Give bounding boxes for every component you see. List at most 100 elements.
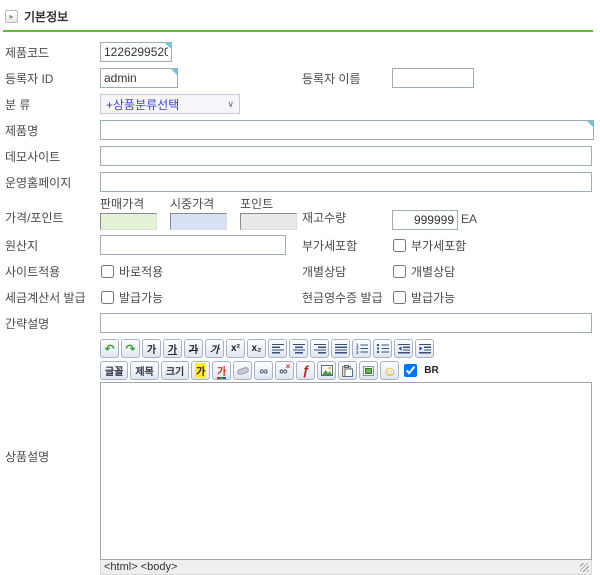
font-size-label: 크기 xyxy=(166,363,184,378)
cash-receipt-label: 현금영수증 발급 xyxy=(302,289,392,306)
bold-button[interactable]: 가 xyxy=(142,339,161,358)
registrant-name-label: 등록자 이름 xyxy=(302,70,392,87)
image-box-icon xyxy=(363,366,374,376)
editor-status-bar: <html> <body> xyxy=(100,560,592,575)
vat-checkbox-label: 부가세포함 xyxy=(411,237,466,254)
justify-button[interactable] xyxy=(331,339,350,358)
demo-site-input[interactable] xyxy=(100,146,592,166)
undo-button[interactable]: ↶ xyxy=(100,339,119,358)
page-title: 기본정보 xyxy=(24,8,68,25)
cash-receipt-checkbox-label: 발급가능 xyxy=(411,289,455,306)
section-toggle-icon[interactable]: ▸ xyxy=(5,10,18,23)
basic-info-panel: ▸ 기본정보 제품코드 등록자 ID 등록자 이름 분 류 +상품분류선택 ∨ … xyxy=(0,0,600,575)
br-mode-wrap: BR xyxy=(403,364,438,377)
ordered-list-button[interactable]: 123 xyxy=(352,339,371,358)
flash-insert-button[interactable]: ƒ xyxy=(296,361,315,380)
consult-checkbox[interactable] xyxy=(393,265,406,278)
justify-icon xyxy=(335,343,347,354)
italic-button[interactable]: 가 xyxy=(205,339,224,358)
subscript-icon: x₂ xyxy=(251,343,261,354)
section-header: ▸ 기본정보 xyxy=(2,7,592,30)
category-select[interactable]: +상품분류선택 ∨ xyxy=(100,94,240,114)
row-product-code: 제품코드 xyxy=(2,39,592,65)
origin-input[interactable] xyxy=(100,235,286,255)
link-button[interactable]: ∞ xyxy=(254,361,273,380)
align-left-button[interactable] xyxy=(268,339,287,358)
highlight-color-button[interactable]: 가 xyxy=(191,361,210,380)
row-product-name: 제품명 xyxy=(2,117,592,143)
sale-price-input[interactable] xyxy=(100,213,157,230)
editor-toolbar-row2: 글꼴 제목 크기 가 가 ∞ ∞× ƒ ☺ BR xyxy=(100,360,592,382)
paste-button[interactable] xyxy=(338,361,357,380)
font-family-button[interactable]: 글꼴 xyxy=(100,361,128,380)
strikethrough-button[interactable]: 가 xyxy=(184,339,203,358)
row-short-desc: 간략설명 xyxy=(2,310,592,336)
tax-invoice-checkbox-label: 발급가능 xyxy=(119,289,163,306)
unlink-x-mark: × xyxy=(286,362,291,371)
short-desc-label: 간략설명 xyxy=(5,315,100,332)
market-price-col: 시중가격 xyxy=(170,195,227,230)
flash-icon: ƒ xyxy=(302,363,309,378)
editor-toolbar-row1: ↶ ↷ 가 가 가 가 x² x₂ 123 xyxy=(100,338,592,360)
site-apply-label: 사이트적용 xyxy=(5,263,100,280)
registrant-id-input[interactable] xyxy=(100,68,178,88)
registrant-name-input[interactable] xyxy=(392,68,474,88)
br-mode-checkbox[interactable] xyxy=(404,364,417,377)
font-color-icon: 가 xyxy=(217,363,226,379)
row-invoice-receipt: 세금계산서 발급 발급가능 현금영수증 발급 발급가능 xyxy=(2,284,592,310)
tax-invoice-checkbox[interactable] xyxy=(101,291,114,304)
market-price-input[interactable] xyxy=(170,213,227,230)
unlink-button[interactable]: ∞× xyxy=(275,361,294,380)
row-siteapply-consult: 사이트적용 바로적용 개별상담 개별상담 xyxy=(2,258,592,284)
unordered-list-button[interactable] xyxy=(373,339,392,358)
br-mode-label: BR xyxy=(424,365,438,376)
redo-button[interactable]: ↷ xyxy=(121,339,140,358)
font-size-button[interactable]: 크기 xyxy=(161,361,189,380)
superscript-button[interactable]: x² xyxy=(226,339,245,358)
align-right-button[interactable] xyxy=(310,339,329,358)
redo-icon: ↷ xyxy=(125,342,135,356)
align-center-icon xyxy=(293,343,305,354)
demo-site-label: 데모사이트 xyxy=(5,148,100,165)
row-demo-site: 데모사이트 xyxy=(2,143,592,169)
point-col: 포인트 xyxy=(240,195,297,230)
italic-icon: 가 xyxy=(210,341,219,356)
vat-checkbox[interactable] xyxy=(393,239,406,252)
resize-grip-icon[interactable] xyxy=(580,563,589,572)
align-center-button[interactable] xyxy=(289,339,308,358)
smiley-icon: ☺ xyxy=(383,363,397,379)
image-box-button[interactable] xyxy=(359,361,378,380)
market-price-label: 시중가격 xyxy=(170,195,227,212)
row-product-desc: 상품설명 ↶ ↷ 가 가 가 가 x² x₂ 123 글꼴 xyxy=(2,338,592,575)
link-icon: ∞ xyxy=(259,364,268,378)
category-label: 분 류 xyxy=(5,96,100,113)
outdent-icon xyxy=(398,343,410,354)
product-name-input[interactable] xyxy=(100,120,594,140)
site-apply-checkbox[interactable] xyxy=(101,265,114,278)
emoticon-button[interactable]: ☺ xyxy=(380,361,399,380)
clipboard-icon xyxy=(342,365,353,377)
cash-receipt-checkbox[interactable] xyxy=(393,291,406,304)
stock-input[interactable] xyxy=(392,210,458,230)
short-desc-input[interactable] xyxy=(100,313,592,333)
indent-button[interactable] xyxy=(415,339,434,358)
product-code-input[interactable] xyxy=(100,42,172,62)
eraser-icon xyxy=(236,366,249,375)
bold-icon: 가 xyxy=(147,341,156,356)
product-name-field-wrap xyxy=(100,120,594,140)
stock-unit: EA xyxy=(461,212,477,230)
image-upload-button[interactable] xyxy=(317,361,336,380)
registrant-id-label: 등록자 ID xyxy=(5,70,100,87)
font-color-button[interactable]: 가 xyxy=(212,361,231,380)
remove-format-button[interactable] xyxy=(233,361,252,380)
product-description-editarea[interactable] xyxy=(100,382,592,560)
point-input[interactable] xyxy=(240,213,297,230)
heading-button[interactable]: 제목 xyxy=(130,361,158,380)
product-name-label: 제품명 xyxy=(5,122,100,139)
outdent-button[interactable] xyxy=(394,339,413,358)
ordered-list-icon: 123 xyxy=(356,343,368,354)
underline-button[interactable]: 가 xyxy=(163,339,182,358)
subscript-button[interactable]: x₂ xyxy=(247,339,266,358)
wysiwyg-editor: ↶ ↷ 가 가 가 가 x² x₂ 123 글꼴 제목 크기 xyxy=(100,338,592,575)
homepage-input[interactable] xyxy=(100,172,592,192)
